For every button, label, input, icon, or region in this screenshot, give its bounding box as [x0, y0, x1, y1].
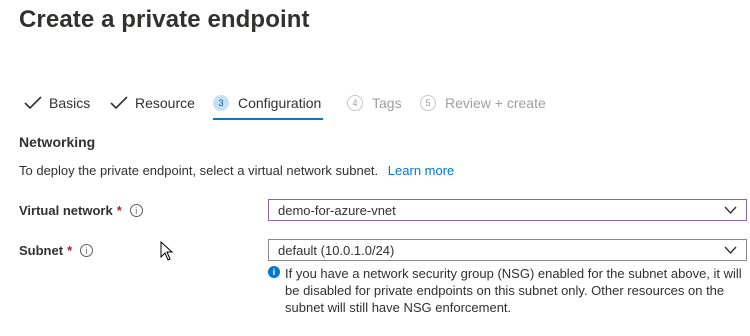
tab-label: Configuration: [238, 95, 322, 111]
tab-resource[interactable]: Resource: [109, 92, 195, 114]
tab-label: Tags: [372, 95, 402, 111]
info-message-text: If you have a network security group (NS…: [285, 266, 742, 315]
tab-configuration[interactable]: 3 Configuration: [213, 92, 321, 114]
learn-more-link[interactable]: Learn more: [388, 163, 454, 178]
tab-label: Basics: [49, 95, 91, 111]
networking-description: To deploy the private endpoint, select a…: [19, 163, 454, 178]
nsg-info-message: i If you have a network security group (…: [268, 265, 750, 316]
dropdown-value: default (10.0.1.0/24): [278, 242, 395, 258]
checkmark-icon: [24, 96, 42, 110]
field-label-text: Subnet: [19, 243, 64, 258]
required-marker: *: [116, 203, 122, 218]
tab-tags[interactable]: 4 Tags: [347, 92, 402, 114]
mouse-pointer-icon: [160, 241, 174, 261]
info-filled-icon: i: [268, 266, 280, 278]
virtual-network-label: Virtual network * i: [19, 203, 143, 218]
description-text: To deploy the private endpoint, select a…: [19, 163, 379, 178]
active-tab-indicator: [213, 118, 323, 120]
chevron-down-icon: [724, 246, 737, 255]
field-label-text: Virtual network: [19, 203, 113, 218]
dropdown-value: demo-for-azure-vnet: [278, 202, 396, 218]
required-marker: *: [67, 243, 73, 258]
info-icon[interactable]: i: [80, 244, 94, 257]
page-title: Create a private endpoint: [19, 6, 310, 33]
tab-basics[interactable]: Basics: [23, 92, 90, 114]
step-number-badge: 3: [213, 95, 229, 111]
tab-label: Resource: [135, 95, 195, 111]
step-number-badge: 4: [347, 95, 363, 111]
section-heading: Networking: [19, 134, 96, 150]
virtual-network-dropdown[interactable]: demo-for-azure-vnet: [268, 199, 747, 221]
subnet-label: Subnet * i: [19, 243, 94, 258]
info-icon[interactable]: i: [129, 204, 143, 217]
checkmark-icon: [110, 96, 128, 110]
tab-label: Review + create: [445, 95, 546, 111]
tab-review-create[interactable]: 5 Review + create: [420, 92, 546, 114]
step-number-badge: 5: [420, 95, 436, 111]
chevron-down-icon: [724, 206, 737, 215]
subnet-dropdown[interactable]: default (10.0.1.0/24): [268, 239, 747, 261]
